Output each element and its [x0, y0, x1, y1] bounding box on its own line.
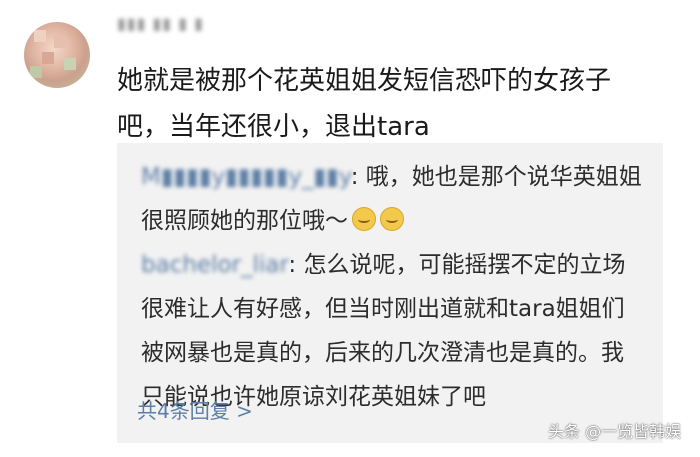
- avatar[interactable]: [24, 22, 90, 88]
- watermark: 头条 @一览皆韩娱: [548, 422, 682, 441]
- more-replies-link[interactable]: 共4条回复 >: [137, 395, 253, 424]
- emoji-icon: [380, 207, 404, 231]
- reply-item: M▮▮▮▮y▮▮▮▮▮y_▮▮y: 哦，她也是那个说华英姐姐很照顾她的那位哦～: [141, 164, 642, 234]
- reply-item: bachelor_liar: 怎么说呢，可能摇摆不定的立场很难让人有好感，但当时…: [141, 252, 626, 410]
- emoji-icon: [352, 207, 376, 231]
- reply-username[interactable]: M▮▮▮▮y▮▮▮▮▮y_▮▮y: [141, 164, 351, 190]
- reply-box: M▮▮▮▮y▮▮▮▮▮y_▮▮y: 哦，她也是那个说华英姐姐很照顾她的那位哦～ …: [117, 143, 663, 443]
- comment-username[interactable]: ▮▮▮ ▮▮ ▮ ▮: [117, 14, 204, 33]
- comment-text: 她就是被那个花英姐姐发短信恐吓的女孩子吧，当年还很小，退出tara: [117, 66, 612, 142]
- reply-username[interactable]: bachelor_liar: [141, 252, 288, 278]
